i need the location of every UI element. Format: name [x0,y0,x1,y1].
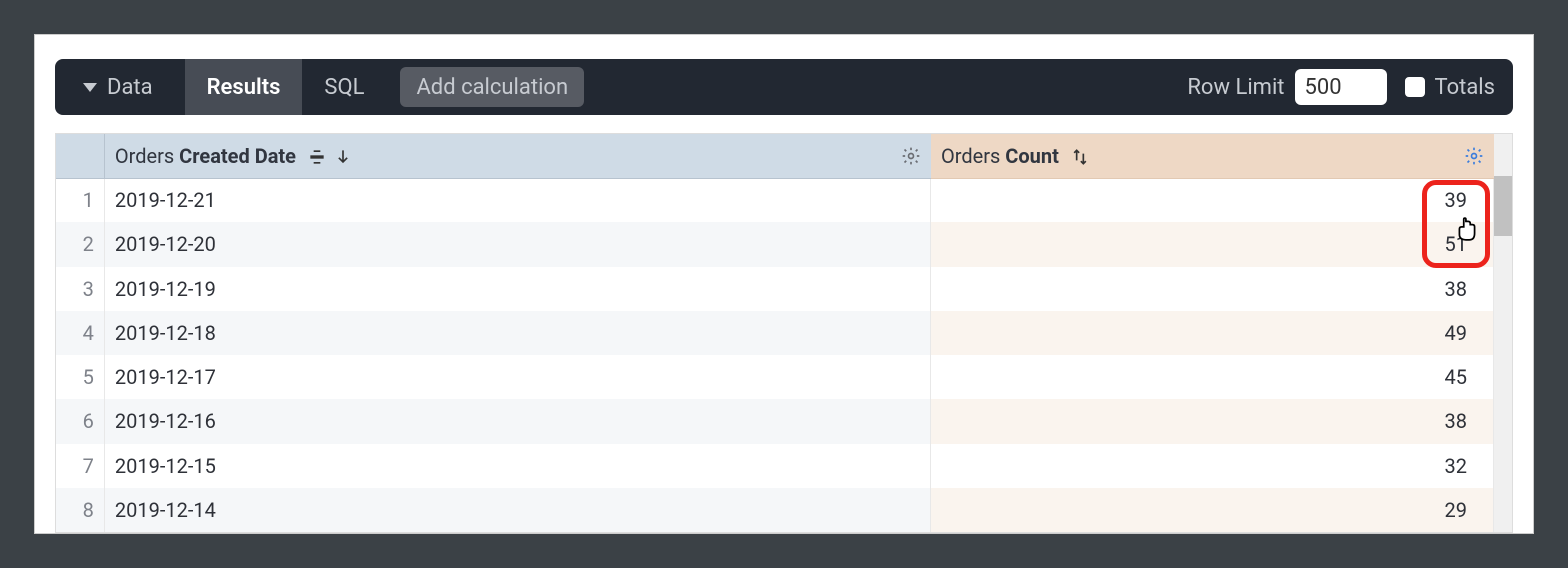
row-limit-control: Row Limit [1187,69,1386,105]
row-number-cell: 7 [56,444,104,488]
table-row: 42019-12-1849 [56,311,1494,355]
row-number-cell: 6 [56,399,104,443]
totals-checkbox[interactable] [1405,77,1425,97]
row-number-header [56,134,104,178]
meas-prefix: Orders [941,144,1005,168]
count-cell[interactable]: 51 [931,222,1494,266]
meas-name: Count [1005,144,1059,168]
table-row: 62019-12-1638 [56,399,1494,443]
results-table-container: Orders Created Date Orders Count [55,133,1513,533]
table-row: 52019-12-1745 [56,355,1494,399]
row-number-cell: 8 [56,488,104,532]
swap-icon [1070,147,1090,167]
date-cell[interactable]: 2019-12-15 [104,444,931,488]
date-cell[interactable]: 2019-12-19 [104,267,931,311]
pivot-icon [307,147,327,167]
date-cell[interactable]: 2019-12-17 [104,355,931,399]
count-cell[interactable]: 32 [931,444,1494,488]
count-cell[interactable]: 38 [931,267,1494,311]
sort-indicator-meas [1070,147,1090,167]
date-cell[interactable]: 2019-12-18 [104,311,931,355]
row-number-cell: 4 [56,311,104,355]
table-row: 72019-12-1532 [56,444,1494,488]
count-cell[interactable]: 38 [931,399,1494,443]
caret-down-icon [83,83,97,92]
results-tab-label: Results [207,75,281,100]
results-table: Orders Created Date Orders Count [56,134,1494,532]
scrollbar-thumb[interactable] [1494,176,1512,236]
row-number-cell: 3 [56,267,104,311]
gear-icon[interactable] [901,146,921,171]
add-calculation-button[interactable]: Add calculation [400,67,584,107]
data-tab-label: Data [107,75,153,100]
sql-tab-label: SQL [324,75,364,100]
dim-name: Created Date [179,144,296,168]
column-header-count[interactable]: Orders Count [931,134,1494,178]
data-toolbar: Data Results SQL Add calculation Row Lim… [55,59,1513,115]
date-cell[interactable]: 2019-12-16 [104,399,931,443]
table-row: 32019-12-1938 [56,267,1494,311]
row-number-cell: 1 [56,178,104,222]
column-header-created-date[interactable]: Orders Created Date [104,134,931,178]
data-tab[interactable]: Data [73,59,185,115]
row-limit-input[interactable] [1295,69,1387,105]
add-calculation-label: Add calculation [416,75,568,100]
row-limit-label: Row Limit [1187,75,1284,100]
table-row: 12019-12-2139 [56,178,1494,222]
vertical-scrollbar[interactable] [1494,134,1512,532]
arrow-down-icon [333,147,353,167]
count-cell[interactable]: 29 [931,488,1494,532]
table-row: 82019-12-1429 [56,488,1494,532]
sql-tab[interactable]: SQL [302,59,386,115]
dim-prefix: Orders [115,144,179,168]
date-cell[interactable]: 2019-12-20 [104,222,931,266]
totals-label: Totals [1435,75,1495,100]
gear-icon[interactable] [1464,146,1484,171]
date-cell[interactable]: 2019-12-21 [104,178,931,222]
totals-control[interactable]: Totals [1405,75,1495,100]
date-cell[interactable]: 2019-12-14 [104,488,931,532]
count-cell[interactable]: 39 [931,178,1494,222]
count-cell[interactable]: 45 [931,355,1494,399]
explore-panel: Data Results SQL Add calculation Row Lim… [34,34,1534,534]
row-number-cell: 2 [56,222,104,266]
results-tab[interactable]: Results [185,59,303,115]
count-cell[interactable]: 49 [931,311,1494,355]
row-number-cell: 5 [56,355,104,399]
sort-indicator [307,147,353,167]
table-row: 22019-12-2051 [56,222,1494,266]
